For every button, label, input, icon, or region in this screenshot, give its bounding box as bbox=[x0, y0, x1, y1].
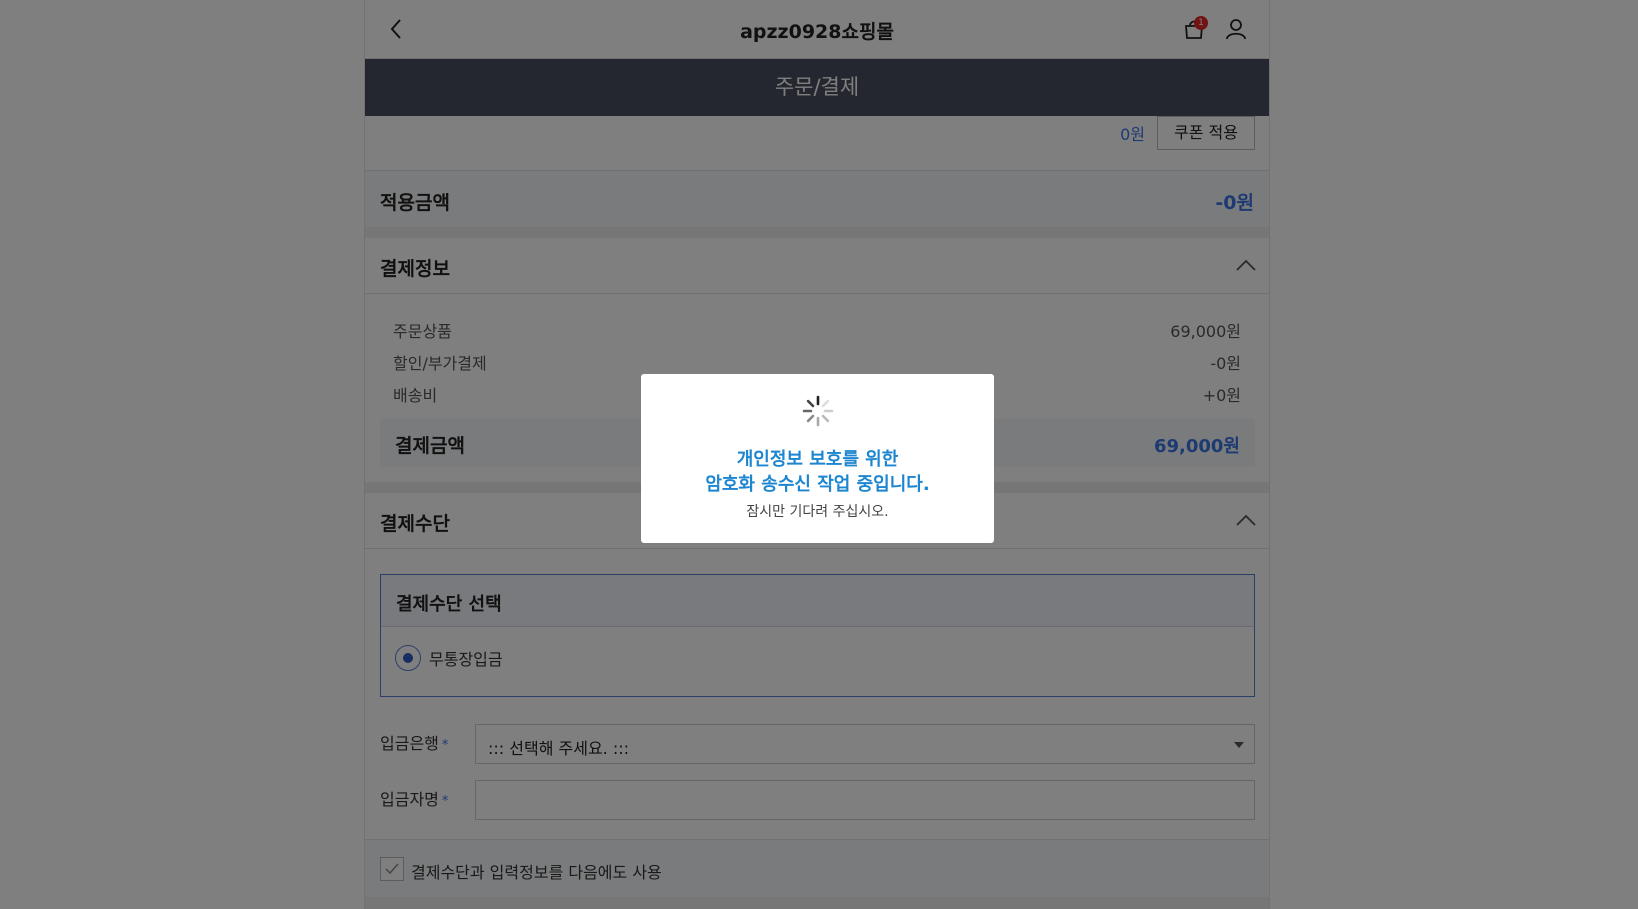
loading-spinner-icon bbox=[802, 395, 834, 427]
modal-message-line1: 개인정보 보호를 위한 bbox=[736, 449, 899, 470]
modal-message-line2: 암호화 송수신 작업 중입니다. bbox=[705, 474, 930, 495]
encryption-loading-modal: 개인정보 보호를 위한 암호화 송수신 작업 중입니다. 잠시만 기다려 주십시… bbox=[641, 374, 994, 543]
modal-sub-message: 잠시만 기다려 주십시오. bbox=[746, 504, 889, 520]
